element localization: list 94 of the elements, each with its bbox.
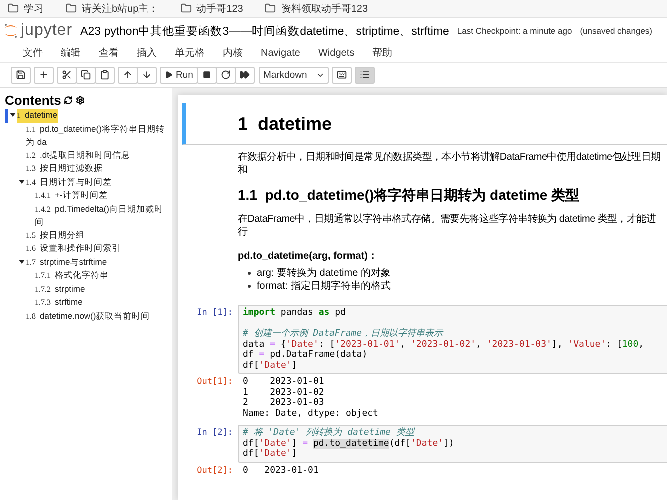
menu-item[interactable]: 插入 (128, 46, 166, 60)
paragraph-text: 在数据分析中，日期和时间是常见的数据类型，本小节将讲解DataFrame中使用datetime包处理日期和 (238, 151, 662, 177)
code-line: df['Date'] (243, 449, 298, 460)
toc-title: Contents (5, 93, 62, 108)
cut-button[interactable] (57, 66, 77, 84)
code-line: import pandas as pd (243, 308, 347, 318)
paragraph-text: 在DataFrame中，日期通常以字符串格式存储。需要先将这些字符串转换为 datetime 类型，才能进行 (238, 213, 658, 239)
toc-link[interactable]: 1 datetime (17, 109, 58, 122)
menu-item[interactable]: 帮助 (364, 46, 402, 60)
code-line: df['Date'] (243, 360, 298, 371)
fast-forward-button[interactable] (235, 66, 256, 84)
save-button[interactable] (11, 66, 31, 84)
menu-item[interactable]: 内核 (214, 46, 252, 60)
cell-type-dropdown[interactable]: Markdown (259, 66, 330, 84)
restart-button[interactable] (216, 66, 236, 84)
folder-icon (66, 3, 77, 14)
caret-icon[interactable] (10, 112, 16, 118)
list-icon (360, 70, 370, 80)
menu-item[interactable]: 编辑 (52, 46, 90, 60)
menu-item[interactable]: 查看 (90, 46, 128, 60)
toc-link[interactable]: 1.7 strptime与strftime (26, 256, 108, 269)
stop-icon (203, 71, 212, 79)
move-down-button[interactable] (137, 66, 157, 84)
code-line: df['Date'] = pd.to_datetime(df['Date']) (243, 438, 456, 449)
toc-link[interactable]: 1.4.1 +-计算时间差 (35, 189, 108, 202)
code-output: 0 2023-01-01 (242, 466, 320, 476)
jupyter-logo-icon (4, 23, 18, 39)
bookmark-link[interactable]: 请关注b站up主： (66, 2, 159, 16)
markdown-cell[interactable]: 1 datetime (182, 103, 667, 145)
stop-button[interactable] (197, 66, 218, 84)
copy-button[interactable] (76, 66, 96, 84)
bullet-icon (248, 272, 251, 275)
copy-icon (81, 70, 91, 80)
move-up-button[interactable] (118, 66, 138, 84)
toc-link[interactable]: 1.4 日期计算与时间差 (26, 176, 112, 189)
input-prompt: In [2]: (196, 427, 234, 440)
list-item-text: arg: 要转换为 datetime 的对象 (257, 267, 391, 280)
toc-link[interactable]: 1.7.1 格式化字符串 (35, 269, 109, 282)
paste-button[interactable] (95, 66, 115, 84)
folder-icon (180, 3, 192, 14)
bookmark-link[interactable]: 学习 (8, 2, 44, 16)
arrow-down-icon (142, 70, 152, 80)
function-signature: pd.to_datetime(arg, format)： (238, 250, 380, 263)
bullet-icon (248, 285, 251, 288)
keyboard-icon (337, 70, 348, 80)
toc-link[interactable]: 1.1 pd.to_datetime()将字符串日期转为 da (26, 122, 170, 148)
code-line: df = pd.DataFrame(data) (243, 350, 369, 360)
code-line: data = {'Date': ['2023-01-01', '2023-01-02', '2023-01-03'], 'Value': [100, (243, 340, 646, 350)
save-status: (unsaved changes) (580, 26, 652, 36)
output-prompt: Out[1]: (196, 377, 234, 389)
list-button[interactable] (355, 66, 376, 84)
code-line: # 创建一个示例 DataFrame，日期以字符串表示 (243, 329, 445, 340)
menu-item[interactable]: Widgets (309, 48, 364, 58)
keyboard-button[interactable] (332, 66, 352, 84)
code-input[interactable]: import pandas as pd # 创建一个示例 DataFrame，日期以字符串表示 data = {'Date': ['2023-01-01', '2023-01-02', '2023-01-03'], 'Value': [100, df = pd.DataFrame(data) df['Date'] (238, 305, 667, 374)
folder-icon (265, 3, 276, 14)
caret-icon[interactable] (18, 178, 24, 184)
restart-icon (221, 70, 232, 80)
caret-icon[interactable] (18, 258, 24, 264)
logo-text: jupyter (21, 22, 73, 40)
toc-link[interactable]: 1.2 .dt提取日期和时间信息 (26, 148, 130, 162)
code-output: 0 2023-01-01 1 2023-01-02 2 2023-01-03 Name: Date, dtype: object (242, 377, 380, 419)
clipboard-icon (100, 70, 110, 80)
checkpoint-text: Last Checkpoint: a minute ago (457, 26, 572, 36)
code-line: # 将 'Date' 列转换为 datetime 类型 (243, 428, 416, 438)
toc-link[interactable]: 1.3 按日期过滤数据 (26, 162, 103, 176)
bookmark-link[interactable]: 动手哥123 (180, 2, 244, 16)
menu-item[interactable]: 文件 (14, 46, 52, 60)
toc-link[interactable]: 1.8 datetime.now()获取当前时间 (26, 310, 150, 323)
scissors-icon (62, 70, 72, 80)
refresh-icon[interactable] (64, 96, 74, 105)
toc-link[interactable]: 1.7.2 strptime (35, 282, 86, 296)
section-heading: 1 datetime (238, 114, 334, 135)
fast-forward-icon (240, 70, 250, 80)
toc-link[interactable]: 1.5 按日期分组 (26, 228, 85, 242)
input-prompt: In [1]: (196, 307, 234, 320)
run-button[interactable]: Run (160, 66, 198, 84)
toc-link[interactable]: 1.7.3 strftime (35, 296, 83, 310)
add-cell-button[interactable] (34, 66, 54, 84)
settings-icon[interactable] (76, 96, 86, 105)
subsection-heading: 1.1 pd.to_datetime()将字符串日期转为 datetime 类型 (238, 187, 580, 205)
play-icon (165, 71, 173, 79)
notebook-title[interactable]: A23 python中其他重要函数3——时间函数datetime、striptime、strftime (80, 24, 450, 38)
toc-link[interactable]: 1.6 设置和操作时间索引 (26, 242, 121, 256)
toc-link[interactable]: 1.4.2 pd.Timedelta()向日期加减时间 (35, 202, 170, 228)
menu-item[interactable]: 单元格 (166, 46, 214, 60)
list-item-text: format: 指定日期字符串的格式 (257, 280, 391, 293)
menu-item[interactable]: Navigate (252, 48, 310, 58)
arrow-up-icon (123, 70, 133, 80)
folder-icon (8, 3, 19, 14)
plus-icon (39, 70, 49, 80)
bookmark-link[interactable]: 资料领取动手哥123 (265, 2, 368, 16)
output-prompt: Out[2]: (196, 466, 234, 476)
code-input[interactable]: # 将 'Date' 列转换为 datetime 类型 df['Date'] = pd.to_datetime(df['Date']) df['Date'] (238, 425, 667, 462)
